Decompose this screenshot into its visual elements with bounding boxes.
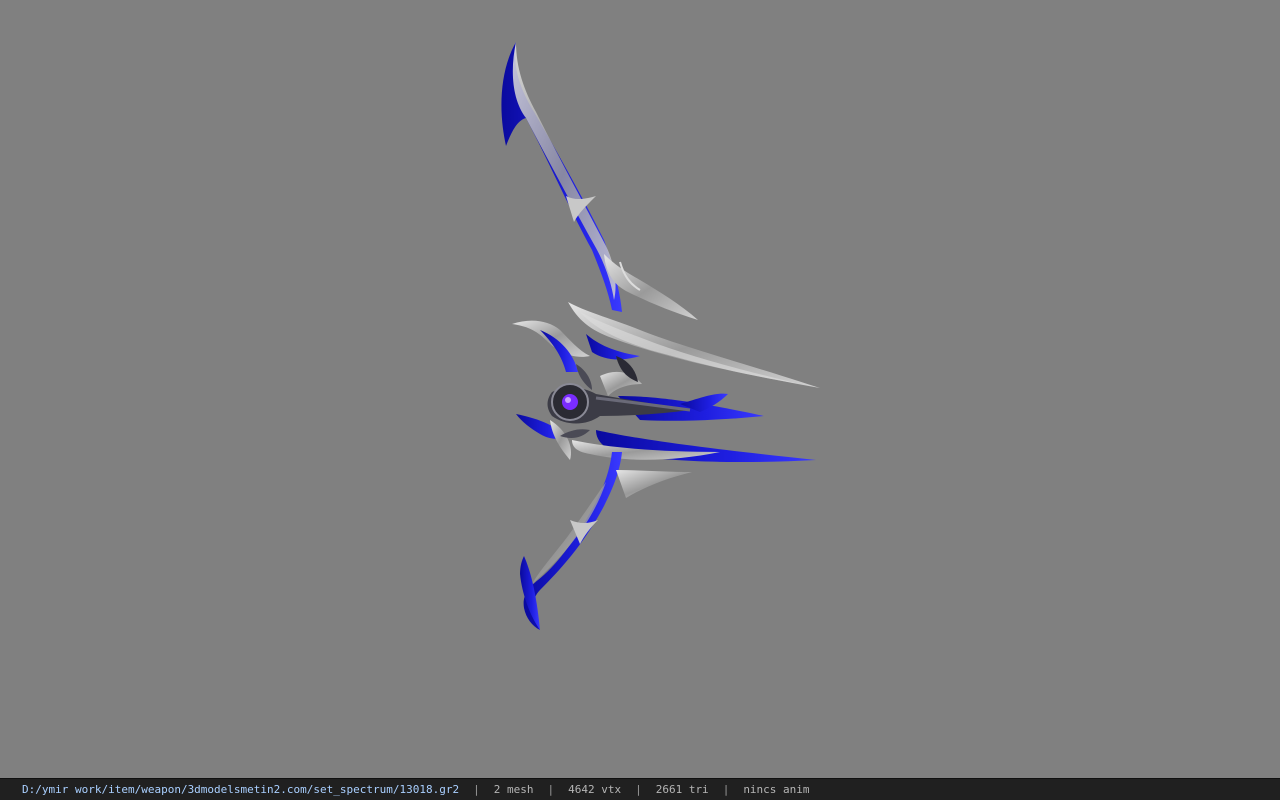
vertex-count: 4642 vtx [568,783,622,796]
3d-viewport[interactable] [0,0,1280,778]
status-separator: | [547,783,555,796]
mesh-count: 2 mesh [493,783,534,796]
upper-limb [501,42,698,320]
lower-prongs [516,414,816,462]
status-separator: | [722,783,730,796]
model-file-path: D:/ymir work/item/weapon/3dmodelsmetin2.… [22,783,460,796]
status-separator: | [473,783,480,796]
animation-status: nincs anim [743,783,810,796]
lower-limb [520,452,692,630]
bow-model-render [501,42,820,630]
status-separator: | [635,783,642,796]
status-bar: D:/ymir work/item/weapon/3dmodelsmetin2.… [0,778,1280,800]
upper-prongs [512,302,820,388]
triangle-count: 2661 tri [655,783,709,796]
